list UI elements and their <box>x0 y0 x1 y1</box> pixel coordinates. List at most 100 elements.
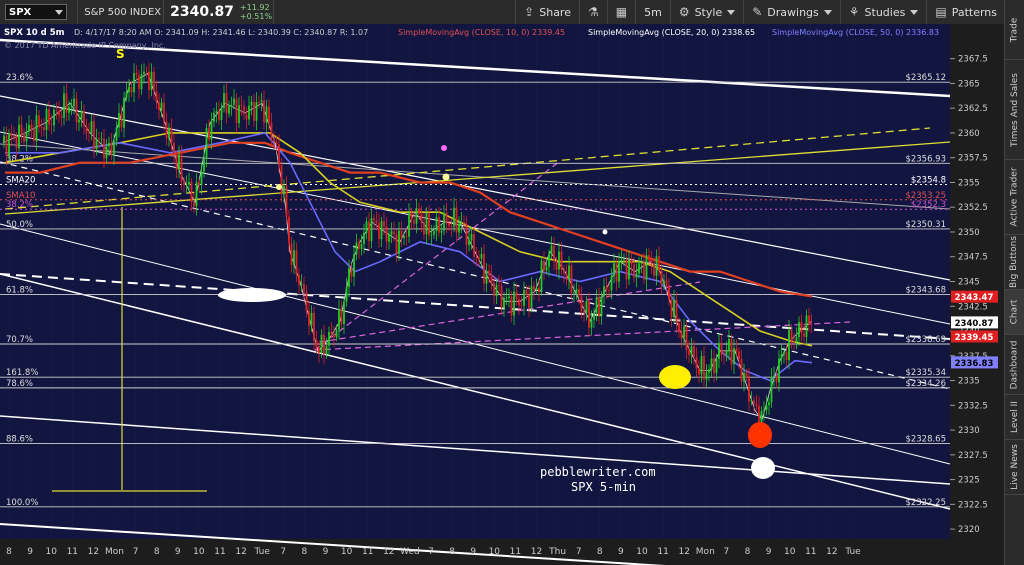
x-tick-label: 11 <box>805 547 816 557</box>
patterns-button[interactable]: ▤ Patterns <box>927 0 1005 24</box>
candle-body <box>350 268 353 277</box>
candle-body <box>170 127 173 144</box>
side-tab-label: Chart <box>1009 299 1020 325</box>
candle-body <box>398 230 400 254</box>
candle-body <box>250 101 253 106</box>
candle-body <box>490 274 493 283</box>
toolbar-spacer <box>274 0 517 24</box>
candle-body <box>405 236 408 237</box>
candle-body <box>673 299 675 317</box>
candle-body <box>598 297 600 317</box>
candle-body <box>15 136 18 149</box>
candle-body <box>540 260 543 292</box>
candle-body <box>505 297 508 299</box>
candle-body <box>205 128 208 158</box>
y-tick-label: 2330 <box>958 426 980 436</box>
candle-body <box>570 265 573 294</box>
candle-body <box>655 256 658 276</box>
candle-body <box>365 221 368 233</box>
share-button[interactable]: ⇪ Share <box>516 0 580 24</box>
candle-body <box>685 326 688 351</box>
candle-body <box>745 372 748 378</box>
candle-body <box>665 280 668 286</box>
studies-flask-button[interactable]: ⚗ <box>580 0 608 24</box>
x-tick-label: 10 <box>784 547 796 557</box>
y-tick-label: 2345 <box>958 278 980 288</box>
y-tick-label: 2327.5 <box>958 451 988 461</box>
candle-body <box>750 400 753 402</box>
candle-body <box>520 305 523 307</box>
side-tab-chart[interactable]: Chart <box>1005 290 1024 335</box>
x-tick-label: 12 <box>235 547 246 557</box>
candle-body <box>10 133 13 137</box>
candle-body <box>23 133 25 142</box>
x-tick-label: 11 <box>67 547 78 557</box>
studies-button[interactable]: ⚘ Studies <box>841 0 928 24</box>
fib-price: $2338.69 <box>905 335 946 345</box>
side-tab-dashboard[interactable]: Dashboard <box>1005 335 1024 395</box>
candle-body <box>635 273 638 278</box>
side-tab-times-and-sales[interactable]: Times And Sales <box>1005 60 1024 160</box>
candle-body <box>763 410 765 411</box>
side-tab-big-buttons[interactable]: Big Buttons <box>1005 235 1024 290</box>
price-chart[interactable]: 23.6% $2365.12 38.2% $2356.93 50.0% $2350.31 6… <box>0 24 1004 565</box>
timeframe-button[interactable]: 5m <box>636 0 671 24</box>
grid-button[interactable]: ▦ <box>608 0 637 24</box>
watermark: pebblewriter.com <box>540 465 656 479</box>
drawings-button[interactable]: ✎ Drawings <box>744 0 841 24</box>
x-tick-label: 8 <box>302 547 308 557</box>
candle-body <box>688 350 690 356</box>
candle-body <box>545 266 548 271</box>
candle-body <box>183 181 185 185</box>
candle-body <box>48 109 50 125</box>
candle-body <box>583 311 585 313</box>
candle-body <box>413 220 415 224</box>
symbol-text: SPX <box>9 6 32 18</box>
change-value: +11.92 <box>239 3 270 12</box>
symbol-selector[interactable]: SPX <box>5 4 67 20</box>
candle-body <box>85 126 88 133</box>
candle-body <box>438 217 440 233</box>
candle-body <box>740 359 743 382</box>
candle-body <box>225 93 228 114</box>
candle-body <box>75 98 78 123</box>
candle-body <box>473 234 475 257</box>
candle-body <box>703 356 705 380</box>
candle-body <box>695 357 698 369</box>
candle-body <box>300 284 303 286</box>
candle-body <box>220 107 223 120</box>
side-tab-trade[interactable]: Trade <box>1005 0 1024 60</box>
candle-body <box>785 352 788 361</box>
side-tab-live-news[interactable]: Live News <box>1005 440 1024 495</box>
candle-body <box>518 299 520 306</box>
candle-body <box>233 98 235 105</box>
candle-body <box>798 322 800 338</box>
white-oval-marker <box>218 288 286 302</box>
ohlc-readout: D: 4/17/17 8:20 AM O: 2341.09 H: 2341.46… <box>74 28 368 37</box>
gear-icon: ⚙ <box>678 5 690 19</box>
candle-body <box>20 124 23 133</box>
fib-label: 70.7% <box>6 335 33 345</box>
x-tick-label: Wed <box>400 547 420 557</box>
candle-body <box>255 102 258 121</box>
candle-body <box>523 290 525 306</box>
candle-body <box>650 260 653 264</box>
candle-body <box>668 285 670 300</box>
candle-body <box>295 250 298 275</box>
x-tick-label: 12 <box>88 547 99 557</box>
fib-price: $2335.34 <box>905 368 946 378</box>
side-tab-level-ii[interactable]: Level II <box>1005 395 1024 440</box>
candle-body <box>335 329 338 338</box>
candle-body <box>218 110 220 121</box>
side-tab-active-trader[interactable]: Active Trader <box>1005 160 1024 235</box>
candle-body <box>238 105 240 124</box>
candle-body <box>258 102 260 103</box>
candle-body <box>263 100 265 123</box>
candle-body <box>188 181 190 185</box>
candle-body <box>640 262 643 264</box>
fib-price: $2365.12 <box>905 73 946 83</box>
candle-body <box>13 136 15 138</box>
candle-body <box>313 313 315 341</box>
candle-body <box>625 259 628 280</box>
style-button[interactable]: ⚙ Style <box>671 0 745 24</box>
